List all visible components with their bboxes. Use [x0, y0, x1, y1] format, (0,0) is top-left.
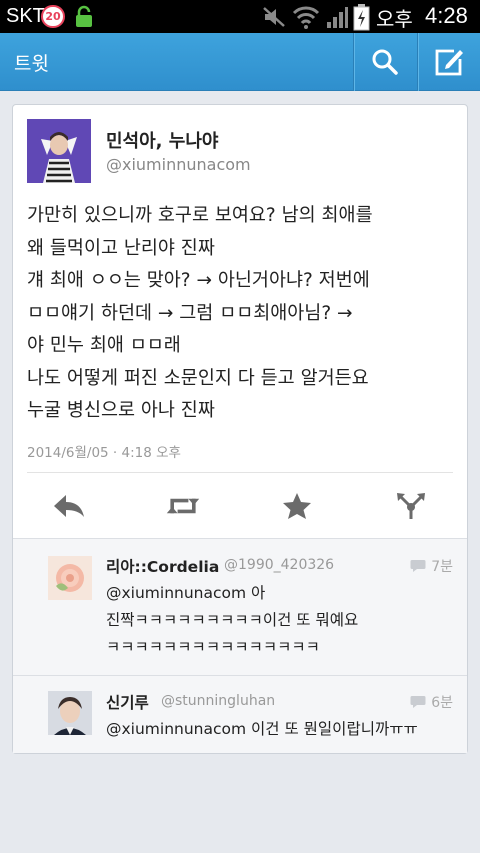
reply-author-handle[interactable]: @1990_420326 [224, 557, 334, 573]
wifi-icon [292, 6, 320, 29]
reply-author-handle[interactable]: @stunningluhan [161, 693, 275, 709]
avatar-image [27, 119, 91, 183]
reply-author-name[interactable]: 리아::Cordelia [106, 555, 219, 577]
avatar-image [48, 556, 92, 600]
author-name[interactable]: 민석아, 누나야 [106, 127, 218, 153]
tweet-text: 가만히 있으니까 호구로 보여요? 남의 최애를 왜 들먹이고 난리야 진짜 걔… [27, 205, 373, 421]
action-bar: 트윗 [0, 33, 480, 91]
lock-icon [76, 5, 92, 27]
avatar[interactable] [48, 691, 92, 735]
notification-badge: 20 [41, 5, 65, 28]
reply-item[interactable]: 리아::Cordelia @1990_420326 7분 @xiuminnuna… [13, 539, 467, 674]
battery-charging-icon [353, 4, 370, 31]
reply-item[interactable]: 신기루 @stunningluhan 6분 @xiuminnunacom 이건 … [13, 675, 467, 753]
share-icon [397, 493, 425, 519]
retweet-icon [166, 498, 200, 514]
reply-icon [54, 495, 84, 517]
reply-time-label: 7분 [431, 559, 453, 575]
favorite-button[interactable] [279, 490, 315, 522]
favorite-icon [283, 493, 311, 519]
reply-button[interactable] [51, 490, 87, 522]
speech-bubble-icon [410, 560, 426, 572]
reply-text: @xiuminnunacom 아 진짝ㅋㅋㅋㅋㅋㅋㅋㅋㅋ이건 또 뭐예요 ㅋㅋㅋ… [106, 584, 359, 656]
compose-button[interactable] [417, 33, 480, 91]
reply-time: 6분 [410, 692, 453, 712]
share-button[interactable] [393, 490, 429, 522]
compose-icon [435, 49, 463, 76]
author-handle[interactable]: @xiuminnunacom [106, 155, 251, 174]
carrier-label: SKT [6, 5, 45, 27]
divider [27, 472, 453, 473]
reply-time: 7분 [410, 556, 453, 576]
signal-icon [327, 7, 348, 28]
ampm-label: 오후 [376, 7, 413, 31]
tweet-card: 민석아, 누나야 @xiuminnunacom 가만히 있으니까 호구로 보여요… [12, 104, 468, 754]
tweet-detail: 민석아, 누나야 @xiuminnunacom 가만히 있으니까 호구로 보여요… [13, 105, 467, 537]
search-icon [372, 49, 398, 75]
avatar-image [48, 691, 92, 735]
page-title: 트윗 [14, 53, 49, 75]
reply-time-label: 6분 [431, 695, 453, 711]
speech-bubble-icon [410, 696, 426, 708]
tweet-timestamp: 2014/6월/05 · 4:18 오후 [27, 445, 181, 461]
avatar[interactable] [27, 119, 91, 183]
avatar[interactable] [48, 556, 92, 600]
reply-text: @xiuminnunacom 이건 또 뭔일이랍니까ㅠㅠ [106, 720, 418, 738]
clock: 4:28 [425, 3, 468, 28]
retweet-button[interactable] [165, 490, 201, 522]
status-bar: SKT 20 오후 4:28 [0, 0, 480, 33]
mute-icon [263, 7, 285, 27]
reply-author-name[interactable]: 신기루 [106, 691, 149, 713]
search-button[interactable] [353, 33, 416, 91]
replies-list: 리아::Cordelia @1990_420326 7분 @xiuminnuna… [13, 538, 467, 753]
